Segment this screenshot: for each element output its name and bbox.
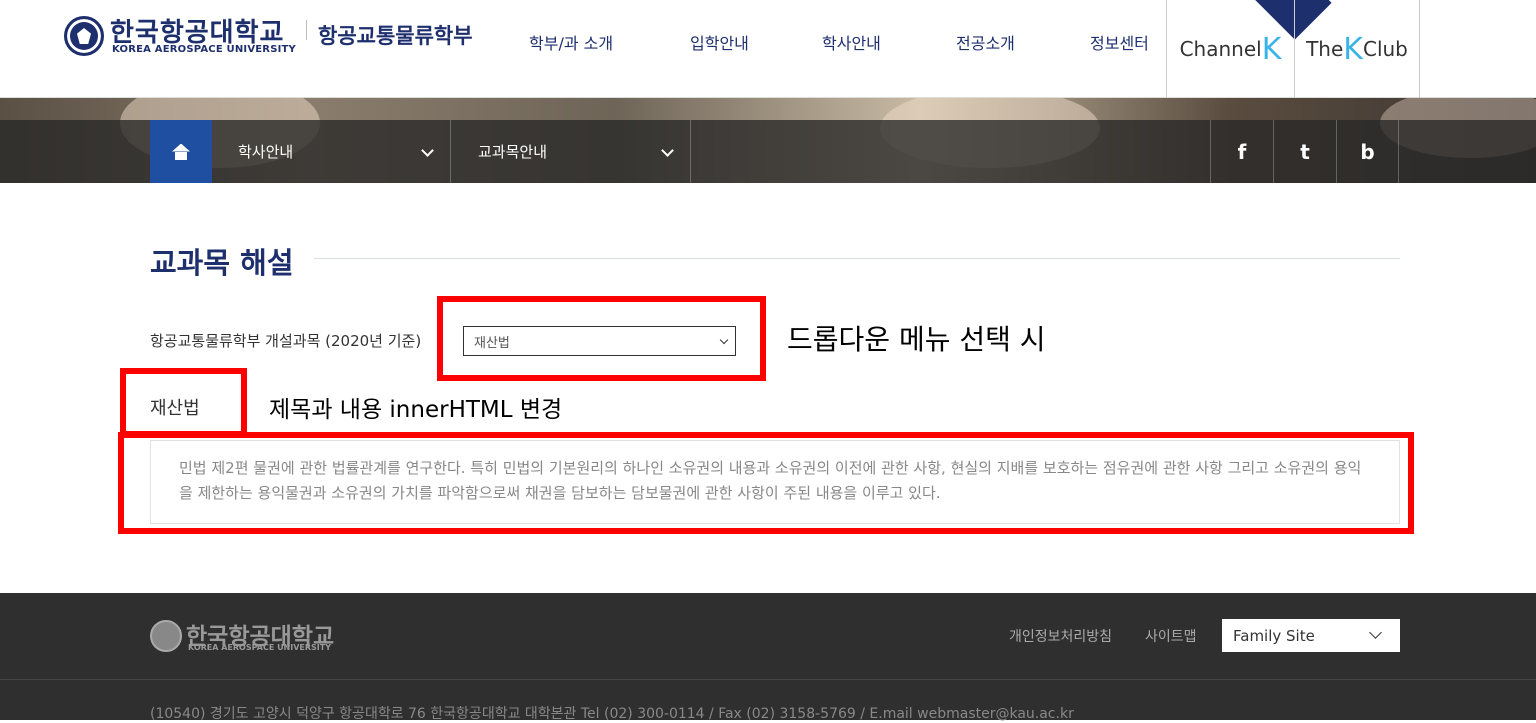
- twitter-icon[interactable]: t: [1273, 120, 1336, 183]
- page-title: 교과목 해설: [150, 246, 294, 280]
- privacy-policy-link[interactable]: 개인정보처리방침: [1009, 626, 1112, 646]
- nav-item-academic[interactable]: 학사안내: [822, 30, 881, 54]
- nav-item-major[interactable]: 전공소개: [956, 30, 1015, 54]
- footer-divider: [0, 679, 1536, 680]
- k-club-suffix: Club: [1362, 37, 1408, 61]
- home-icon: [172, 144, 190, 160]
- footer-seal-icon: [150, 620, 182, 652]
- course-select-label: 항공교통물류학부 개설과목 (2020년 기준): [150, 332, 422, 350]
- chevron-down-icon: [1369, 626, 1382, 639]
- annotation-box-description: [118, 432, 1414, 534]
- university-seal-icon: [64, 16, 104, 56]
- chevron-down-icon: [661, 144, 674, 157]
- nav-item-info-center[interactable]: 정보센터: [1090, 30, 1149, 54]
- title-divider: [314, 258, 1400, 259]
- footer-logo: 한국항공대학교 KOREA AEROSPACE UNIVERSITY: [150, 617, 360, 657]
- nav-item-admission[interactable]: 입학안내: [690, 30, 749, 54]
- sitemap-link[interactable]: 사이트맵: [1145, 626, 1197, 646]
- k-club-letter: K: [1343, 31, 1363, 67]
- logo-english-name: KOREA AEROSPACE UNIVERSITY: [112, 44, 296, 55]
- the-k-club-link[interactable]: The K Club: [1294, 0, 1420, 98]
- annotation-change-note: 제목과 내용 innerHTML 변경: [269, 397, 563, 423]
- k-club-prefix: The: [1306, 37, 1344, 61]
- footer-address: (10540) 경기도 고양시 덕양구 항공대학로 76 한국항공대학교 대학본…: [150, 706, 1074, 722]
- university-logo[interactable]: 한국항공대학교 KOREA AEROSPACE UNIVERSITY: [64, 14, 304, 62]
- blog-icon[interactable]: b: [1336, 120, 1399, 183]
- channel-k-prefix: Channel: [1179, 37, 1262, 61]
- nav-item-intro[interactable]: 학부/과 소개: [529, 30, 613, 54]
- department-name[interactable]: 항공교통물류학부: [318, 20, 473, 50]
- footer-logo-english: KOREA AEROSPACE UNIVERSITY: [188, 643, 332, 652]
- logo-divider: [306, 20, 307, 40]
- facebook-icon[interactable]: f: [1210, 120, 1273, 183]
- family-site-label: Family Site: [1233, 626, 1315, 645]
- annotation-box-title: [120, 368, 247, 437]
- channel-k-letter: K: [1261, 31, 1282, 67]
- chevron-down-icon: [421, 144, 434, 157]
- home-button[interactable]: [150, 120, 212, 183]
- breadcrumb-level2-label: 교과목안내: [478, 143, 548, 161]
- breadcrumb-level1-label: 학사안내: [238, 143, 294, 161]
- breadcrumb-level1-dropdown[interactable]: 학사안내: [212, 120, 451, 183]
- breadcrumb-level2-dropdown[interactable]: 교과목안내: [451, 120, 691, 183]
- annotation-dropdown-note: 드롭다운 메뉴 선택 시: [787, 323, 1046, 356]
- annotation-box-dropdown: [437, 296, 766, 381]
- family-site-select[interactable]: Family Site: [1222, 619, 1400, 652]
